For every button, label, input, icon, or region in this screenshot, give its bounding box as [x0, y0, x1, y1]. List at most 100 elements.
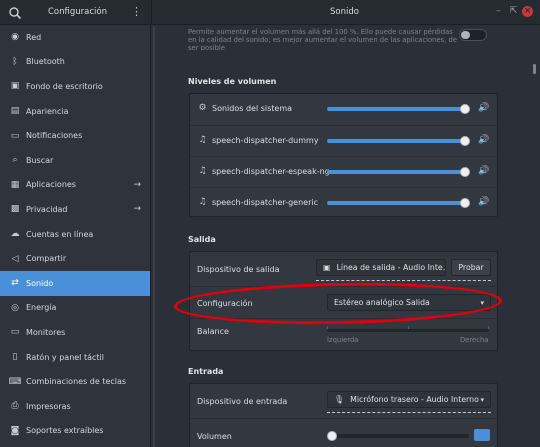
balance-right-label: Derecha: [460, 336, 489, 344]
chevron-down-icon: ▾: [480, 395, 484, 404]
sidebar-item-mouse[interactable]: ▯ Ratón y panel táctil: [0, 345, 150, 370]
balance-tick-center: [408, 326, 409, 329]
slider-handle[interactable]: [459, 104, 470, 114]
sidebar-item-sharing[interactable]: ◁ Compartir: [0, 246, 150, 271]
search-icon[interactable]: [8, 6, 22, 20]
arrow-right-icon: →: [133, 179, 141, 190]
dummy-volume-slider[interactable]: [327, 136, 470, 146]
sound-icon: ⇄: [11, 278, 19, 289]
switch-knob: [461, 31, 470, 39]
sidebar-item-red[interactable]: ◉ Red: [0, 25, 150, 50]
system-sounds-volume-slider[interactable]: [327, 104, 470, 114]
display-icon: ▭: [10, 327, 20, 338]
slider-fill: [327, 170, 465, 174]
speaker-icon[interactable]: 🔊: [478, 103, 489, 113]
sidebar-item-label: Compartir: [26, 254, 67, 264]
speaker-icon[interactable]: 🔊: [478, 135, 489, 145]
media-icon: ◙: [10, 425, 20, 436]
panel-divider: [153, 26, 155, 447]
keyboard-icon: ⌨: [8, 376, 22, 387]
minimize-icon[interactable]: –: [493, 6, 504, 17]
slider-handle[interactable]: [459, 198, 470, 208]
sidebar: ◉ Red ᛒ Bluetooth ▣ Fondo de escritorio ▤ Ap…: [0, 25, 151, 447]
sound-panel: Permite aumentar el volumen más allá del…: [152, 26, 540, 447]
speaker-icon[interactable]: 🔊: [478, 166, 489, 176]
output-device-select[interactable]: ▣ Línea de salida - Audio Inte…: [316, 259, 446, 276]
balance-tick-right: [488, 326, 489, 329]
input-volume-row: Volumen: [190, 418, 497, 447]
sidebar-item-removable-media[interactable]: ◙ Soportes extraíbles: [0, 419, 150, 444]
slider-handle[interactable]: [327, 431, 337, 441]
volume-row-label: ♫ speech-dispatcher-dummy: [198, 135, 319, 145]
slider-handle[interactable]: [459, 167, 470, 177]
sidebar-item-label: Notificaciones: [26, 131, 83, 141]
appearance-icon: ▤: [10, 106, 20, 117]
slider-fill: [327, 139, 465, 143]
sidebar-item-notifications[interactable]: ▭ Notificaciones: [0, 123, 150, 148]
sidebar-item-label: Sonido: [26, 278, 54, 288]
test-button[interactable]: Probar: [451, 259, 491, 276]
output-device-label: Dispositivo de salida: [197, 265, 280, 274]
sidebar-item-label: Monitores: [26, 327, 66, 337]
sidebar-item-keyboard[interactable]: ⌨ Combinaciones de teclas: [0, 369, 150, 394]
title-bar: Configuración ⋮ Sonido – ⇱ ×: [0, 0, 540, 25]
sidebar-item-sound[interactable]: ⇄ Sonido: [0, 271, 150, 296]
slider-fill: [327, 107, 465, 111]
output-heading: Salida: [188, 235, 216, 244]
sidebar-item-search[interactable]: ⌕ Buscar: [0, 148, 150, 173]
sidebar-item-online-accounts[interactable]: ☁ Cuentas en línea: [0, 222, 150, 247]
input-device-row: Dispositivo de entrada 🎙 Micrófono traser…: [190, 384, 497, 418]
wallpaper-icon: ▣: [10, 81, 20, 92]
sidebar-item-power[interactable]: ◎ Energía: [0, 296, 150, 321]
output-device-row: Dispositivo de salida ▣ Línea de salida -…: [190, 252, 497, 286]
microphone-level-icon[interactable]: [474, 429, 490, 441]
sidebar-item-appearance[interactable]: ▤ Apariencia: [0, 99, 150, 124]
input-device-select[interactable]: 🎙 Micrófono trasero - Audio Interno ▾: [327, 391, 491, 408]
balance-tick-left: [327, 326, 328, 329]
sidebar-item-label: Aplicaciones: [26, 180, 76, 190]
espeak-volume-slider[interactable]: [327, 167, 470, 177]
volume-row-generic: ♫ speech-dispatcher-generic 🔊: [190, 187, 497, 217]
sound-card-icon: ▣: [323, 263, 331, 272]
sidebar-item-bluetooth[interactable]: ᛒ Bluetooth: [0, 50, 150, 75]
sidebar-item-label: Impresoras: [26, 401, 71, 411]
sidebar-item-applications[interactable]: ▦ Aplicaciones →: [0, 173, 150, 198]
sidebar-item-label: Apariencia: [26, 106, 69, 116]
volume-row-system: ⚙ Sonidos del sistema 🔊: [190, 94, 497, 124]
volume-row-espeak: ♫ speech-dispatcher-espeak-ng 🔊: [190, 156, 497, 186]
microphone-icon: 🎙: [334, 395, 345, 404]
privacy-icon: ▩: [10, 204, 20, 215]
sidebar-item-wallpaper[interactable]: ▣ Fondo de escritorio: [0, 74, 150, 99]
cloud-icon: ☁: [10, 229, 20, 240]
sidebar-item-printers[interactable]: ⎙ Impresoras: [0, 394, 150, 419]
balance-left-label: Izquierda: [327, 336, 359, 344]
speaker-icon[interactable]: 🔊: [478, 197, 489, 207]
input-device-label: Dispositivo de entrada: [197, 397, 288, 406]
sidebar-item-displays[interactable]: ▭ Monitores: [0, 320, 150, 345]
network-icon: ◉: [11, 32, 19, 43]
power-icon: ◎: [11, 302, 19, 313]
sidebar-item-label: Buscar: [26, 155, 54, 165]
scrollbar[interactable]: [533, 64, 536, 74]
over-amplification-switch[interactable]: [459, 29, 487, 41]
volume-row-dummy: ♫ speech-dispatcher-dummy 🔊: [190, 125, 497, 155]
volume-row-label: ♫ speech-dispatcher-espeak-ng: [198, 166, 330, 176]
maximize-icon[interactable]: ⇱: [508, 6, 519, 17]
app-title: Configuración: [48, 7, 107, 17]
close-icon[interactable]: ×: [522, 6, 533, 17]
sidebar-item-label: Bluetooth: [26, 57, 65, 67]
panel-title: Sonido: [330, 7, 359, 17]
sidebar-item-privacy[interactable]: ▩ Privacidad →: [0, 197, 150, 222]
balance-label: Balance: [197, 327, 229, 336]
menu-icon[interactable]: ⋮: [131, 5, 142, 19]
generic-volume-slider[interactable]: [327, 198, 470, 208]
input-volume-slider[interactable]: [327, 431, 469, 441]
sidebar-item-label: Energía: [26, 303, 57, 313]
sidebar-item-label: Fondo de escritorio: [26, 81, 103, 91]
slider-handle[interactable]: [459, 136, 470, 146]
balance-slider[interactable]: [327, 326, 489, 332]
sidebar-item-label: Cuentas en línea: [26, 229, 94, 239]
arrow-right-icon: →: [133, 204, 141, 215]
focus-underline: [316, 280, 491, 281]
share-icon: ◁: [11, 253, 19, 264]
